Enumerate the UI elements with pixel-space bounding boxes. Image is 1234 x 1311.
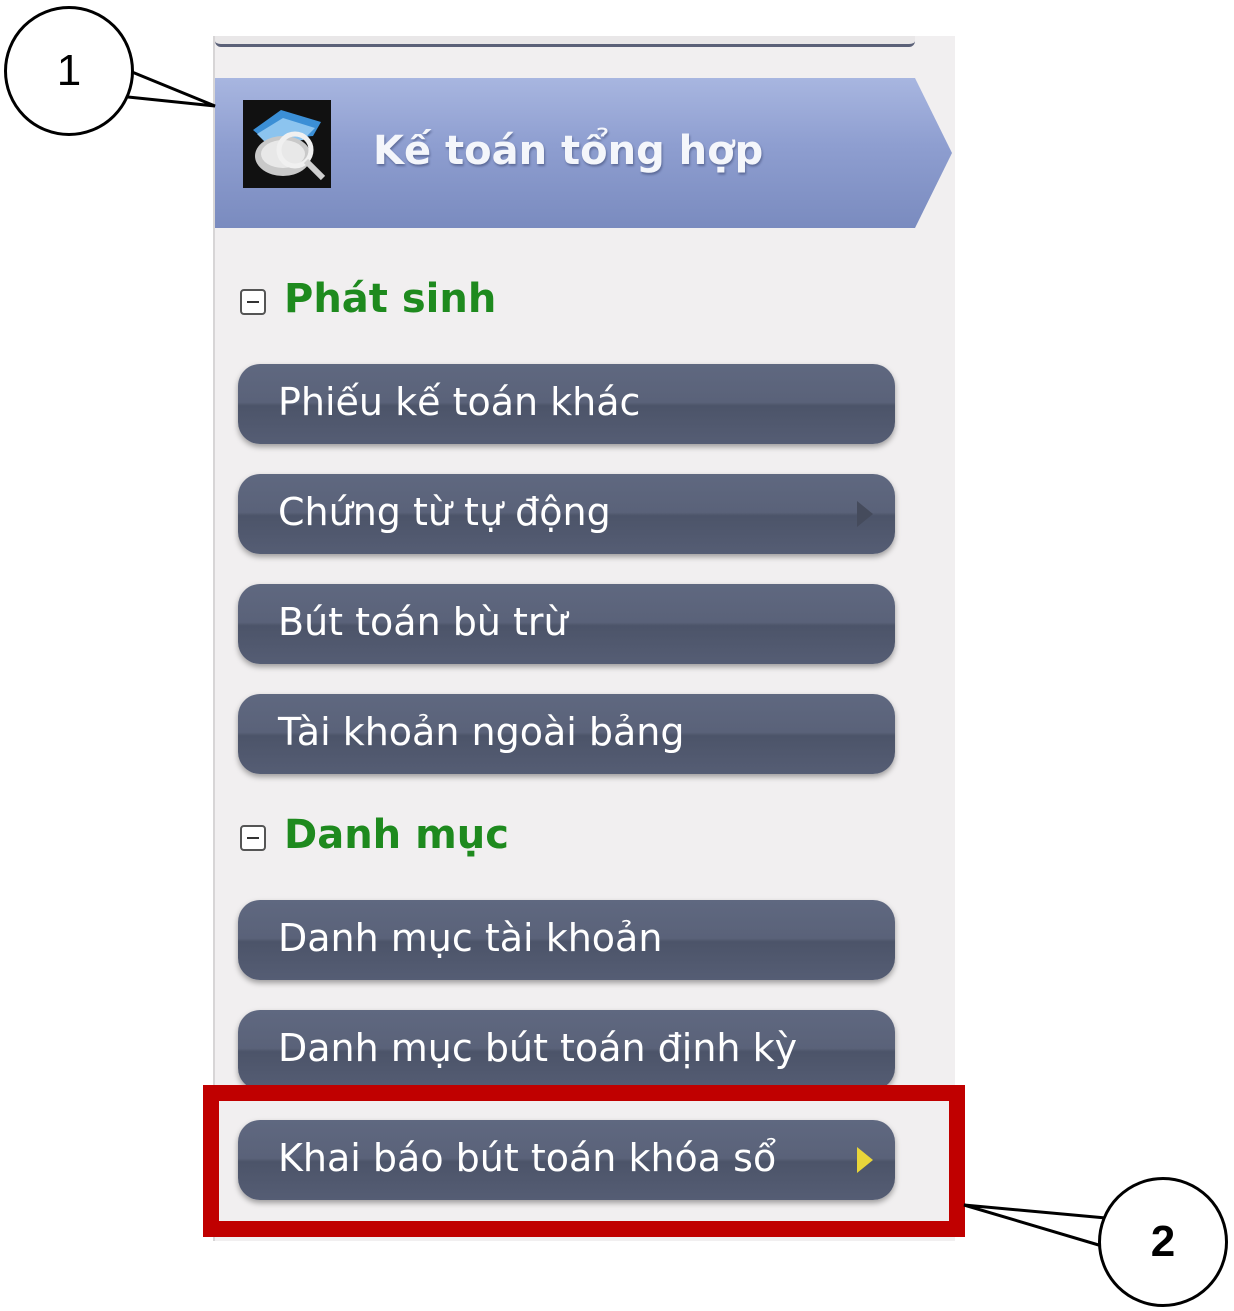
callout-2: 2 [1098, 1177, 1228, 1307]
callout-1: 1 [4, 6, 134, 136]
callout-leader-lines [127, 70, 1107, 1248]
